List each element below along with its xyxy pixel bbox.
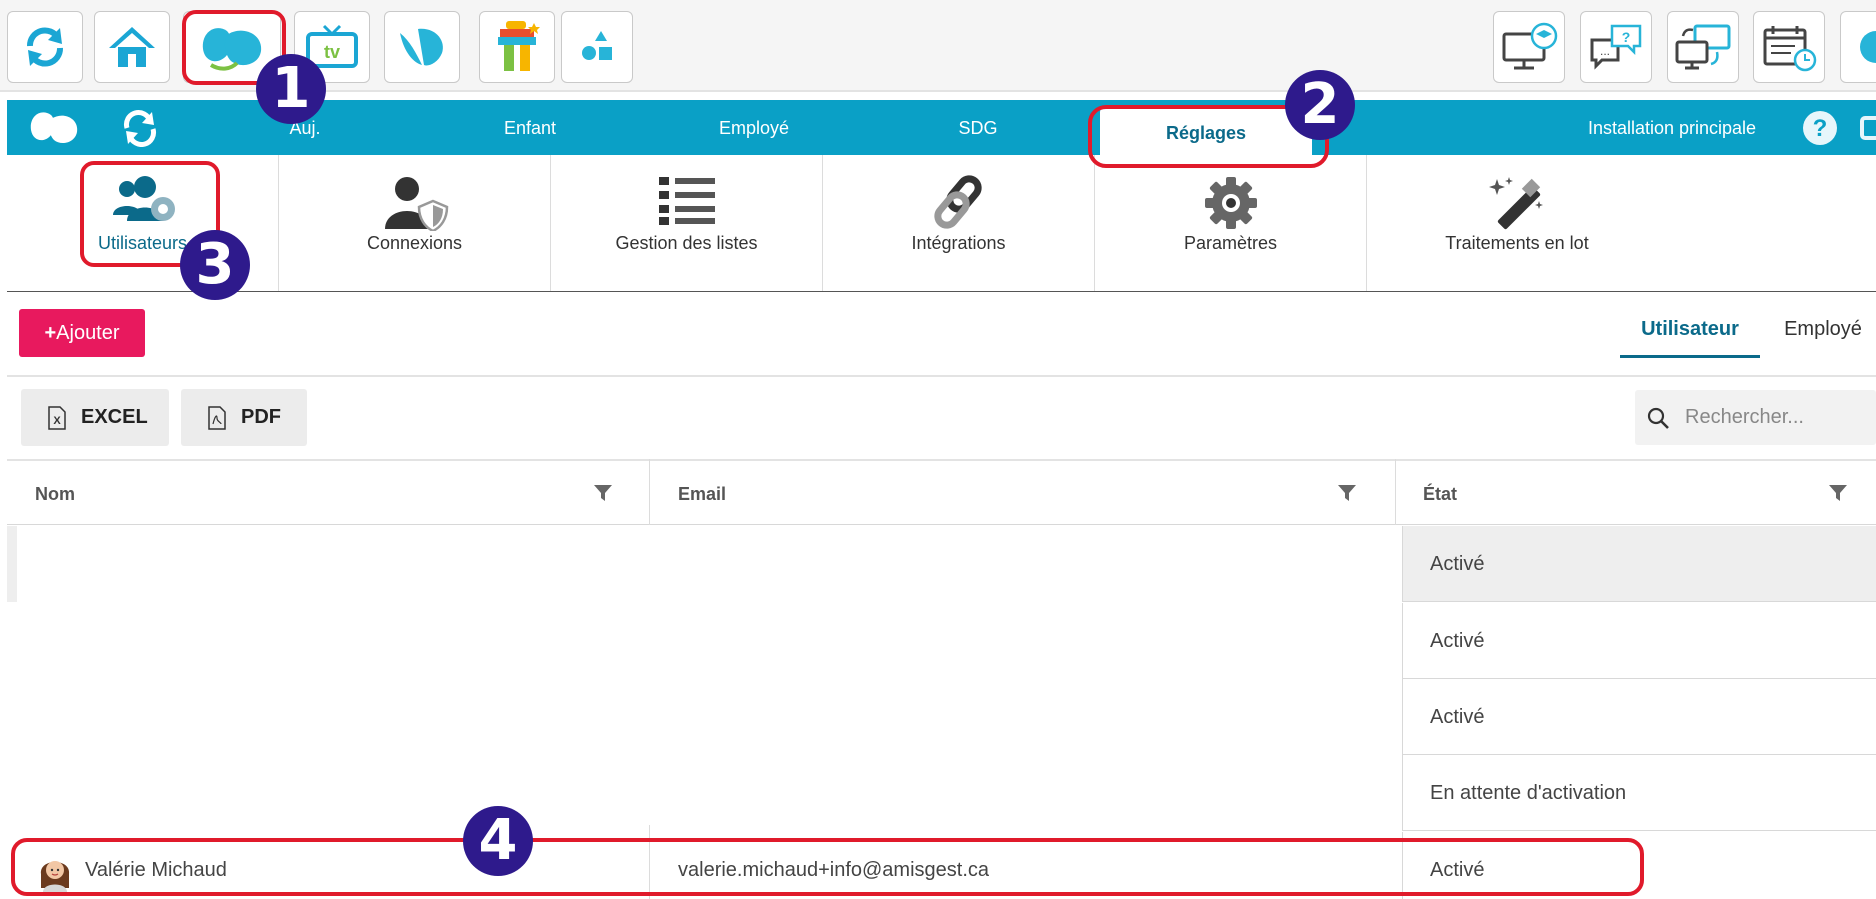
list-icon (658, 177, 715, 225)
column-header-status[interactable]: État (1423, 461, 1457, 527)
tile-integrations-label: Intégrations (911, 233, 1006, 253)
chat-question-icon: ... ? (1590, 24, 1642, 70)
status-text: Activé (1430, 706, 1485, 728)
tile-batch-processing[interactable]: Traitements en lot (1367, 155, 1667, 291)
search-input[interactable] (1685, 390, 1870, 445)
training-button[interactable] (1493, 11, 1565, 83)
filter-email-icon[interactable] (1337, 483, 1357, 503)
svg-text:?: ? (1813, 115, 1828, 142)
calendar-clock-icon (1763, 26, 1817, 72)
column-separator (1395, 459, 1396, 525)
inukshuk-icon (498, 21, 540, 71)
user-shield-icon (384, 177, 448, 231)
nav-tab-main-installation[interactable]: Installation principale (1537, 100, 1807, 155)
export-pdf-button[interactable]: PDF (181, 389, 307, 446)
pdf-file-icon (208, 406, 226, 430)
shapes-app-button[interactable] (561, 11, 633, 83)
plus-icon: + (44, 322, 57, 344)
table-header: Nom Email État (7, 459, 1876, 525)
tile-list-management-label: Gestion des listes (615, 233, 758, 253)
tile-parameters-label: Paramètres (1183, 233, 1278, 253)
export-pdf-label: PDF (241, 406, 281, 428)
table-row[interactable]: Activé (7, 603, 1876, 679)
nav-refresh-icon[interactable] (120, 109, 160, 147)
tile-connections[interactable]: Connexions (279, 155, 551, 291)
home-icon (109, 27, 155, 67)
svg-text:?: ? (1622, 29, 1631, 45)
table-row[interactable]: Activé (7, 526, 1876, 602)
column-separator (649, 459, 650, 525)
table-row[interactable]: Activé (7, 679, 1876, 755)
status-text: Activé (1430, 630, 1485, 652)
status-cell: Activé (1402, 603, 1876, 679)
annotation-badge-1: 1 (256, 54, 326, 124)
schedule-button[interactable] (1753, 11, 1825, 83)
export-excel-label: EXCEL (81, 406, 148, 428)
filter-status-icon[interactable] (1828, 483, 1848, 503)
shapes-icon (582, 31, 612, 60)
butterfly-icon (400, 28, 443, 66)
svg-text:tv: tv (324, 42, 340, 62)
tile-list-management[interactable]: Gestion des listes (551, 155, 823, 291)
svg-text:X: X (53, 415, 61, 427)
column-header-name[interactable]: Nom (35, 461, 75, 527)
column-header-email[interactable]: Email (678, 461, 726, 527)
annotation-badge-2: 2 (1285, 70, 1355, 140)
settings-tiles: Utilisateurs Connexions Gestion des list… (7, 155, 1876, 292)
status-text: Activé (1430, 553, 1485, 575)
filter-name-icon[interactable] (593, 483, 613, 503)
gear-icon (1204, 177, 1257, 229)
table-row[interactable]: En attente d'activation (7, 755, 1876, 831)
help-chat-button[interactable]: ... ? (1580, 11, 1652, 83)
refresh-app-button[interactable] (7, 11, 83, 83)
subtab-employee[interactable]: Employé (1770, 318, 1876, 358)
nav-tab-employee[interactable]: Employé (674, 100, 834, 155)
status-text: En attente d'activation (1430, 782, 1627, 804)
home-app-button[interactable] (94, 11, 170, 83)
inukshuk-app-button[interactable] (479, 11, 555, 83)
info-icon (1860, 31, 1876, 63)
export-excel-button[interactable]: X EXCEL (21, 389, 169, 446)
butterfly-app-button[interactable] (384, 11, 460, 83)
monitor-graduation-icon (1502, 22, 1558, 70)
status-cell: Activé (1402, 679, 1876, 755)
window-icon[interactable] (1859, 112, 1876, 144)
svg-text:...: ... (1600, 44, 1610, 58)
tile-batch-processing-label: Traitements en lot (1445, 233, 1589, 253)
info-button[interactable] (1840, 11, 1876, 83)
status-cell: En attente d'activation (1402, 755, 1876, 831)
annotation-highlight-4 (11, 838, 1644, 896)
magic-wand-icon (1489, 177, 1543, 230)
excel-file-icon: X (48, 406, 66, 430)
annotation-badge-3: 3 (180, 230, 250, 300)
tile-parameters[interactable]: Paramètres (1095, 155, 1367, 291)
add-button[interactable]: +Ajouter (19, 309, 145, 357)
link-icon (933, 175, 982, 229)
refresh-icon (27, 27, 63, 67)
home-butterfly-icon[interactable] (27, 106, 81, 150)
row-highlight (7, 526, 17, 602)
help-icon[interactable]: ? (1802, 110, 1838, 146)
add-button-label: Ajouter (56, 322, 120, 344)
search-icon (1647, 407, 1669, 429)
status-cell: Activé (1402, 526, 1876, 602)
annotation-badge-4: 4 (463, 806, 533, 876)
nav-tab-sdg[interactable]: SDG (898, 100, 1058, 155)
nav-tab-child[interactable]: Enfant (450, 100, 610, 155)
sync-screens-button[interactable] (1667, 11, 1739, 83)
subtab-user[interactable]: Utilisateur (1620, 318, 1760, 358)
tile-connections-label: Connexions (366, 233, 463, 253)
search-box (1635, 390, 1876, 445)
tile-integrations[interactable]: Intégrations (823, 155, 1095, 291)
screens-sync-icon (1675, 24, 1731, 70)
